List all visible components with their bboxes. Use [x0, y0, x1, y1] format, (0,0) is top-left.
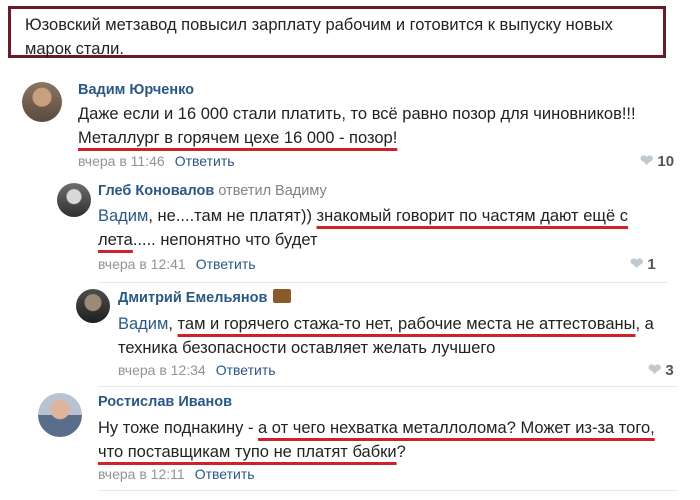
like-count: 3 [665, 362, 674, 379]
like-count: 10 [657, 153, 675, 170]
mention-link[interactable]: Вадим [118, 315, 168, 333]
divider [98, 282, 668, 283]
comment-meta: вчера в 11:46 Ответить [78, 153, 235, 169]
like-button[interactable]: ❤ 10 [640, 151, 674, 171]
reply-button[interactable]: Ответить [196, 256, 256, 272]
reply-button[interactable]: Ответить [175, 153, 235, 169]
like-count: 1 [647, 256, 656, 273]
comment-author[interactable]: Глеб Коновалов ответил Вадиму [98, 183, 327, 199]
comment-time: вчера в 12:11 [98, 466, 185, 482]
comment-author[interactable]: Дмитрий Емельянов [118, 289, 292, 306]
comment-time: вчера в 12:34 [118, 362, 206, 378]
comment-time: вчера в 11:46 [78, 153, 165, 169]
comment-meta: вчера в 12:11 Ответить [98, 466, 255, 482]
post-headline: Юзовский метзавод повысил зарплату рабоч… [8, 6, 666, 58]
mention-link[interactable]: Вадим [98, 207, 148, 225]
comment-text: Вадим, там и горячего стажа-то нет, рабо… [118, 315, 654, 357]
comment-text: Вадим, не....там не платят)) знакомый го… [98, 207, 628, 249]
comment-meta: вчера в 12:41 Ответить [98, 256, 256, 272]
divider [98, 490, 678, 491]
heart-icon: ❤ [630, 256, 644, 273]
comment-time: вчера в 12:41 [98, 256, 186, 272]
avatar[interactable] [76, 289, 110, 323]
comment-meta: вчера в 12:34 Ответить [118, 362, 276, 378]
reply-button[interactable]: Ответить [195, 466, 255, 482]
reply-button[interactable]: Ответить [216, 362, 276, 378]
briefcase-icon [273, 289, 292, 304]
heart-icon: ❤ [648, 362, 662, 379]
comment-text: Ну тоже поднакину - а от чего нехватка м… [98, 419, 655, 461]
comment-author[interactable]: Вадим Юрченко [78, 82, 194, 98]
reply-note: ответил Вадиму [218, 183, 327, 199]
avatar[interactable] [57, 183, 91, 217]
avatar[interactable] [38, 393, 82, 437]
avatar[interactable] [22, 82, 62, 122]
like-button[interactable]: ❤ 1 [630, 254, 656, 274]
like-button[interactable]: ❤ 3 [648, 360, 674, 380]
divider [98, 386, 678, 387]
heart-icon: ❤ [640, 153, 654, 170]
comment-author[interactable]: Ростислав Иванов [98, 394, 232, 410]
comment-text: Даже если и 16 000 стали платить, то всё… [78, 105, 636, 147]
